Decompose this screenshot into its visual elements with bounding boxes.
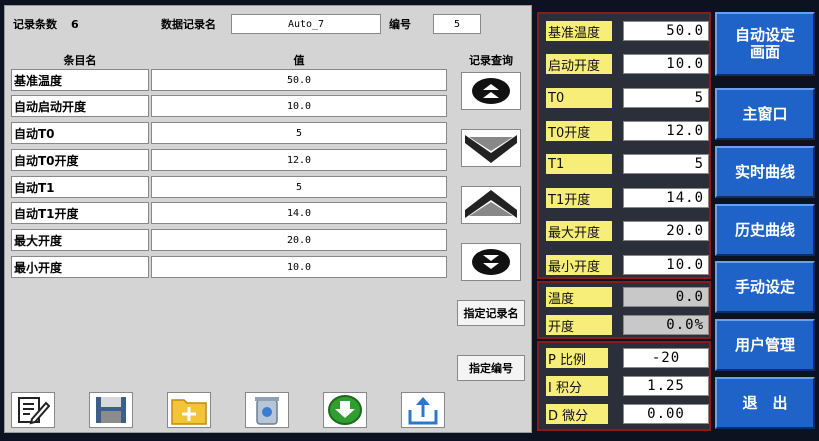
number-field[interactable]: 5 bbox=[433, 14, 481, 34]
status-panel: 温度 0.0 开度 0.0% bbox=[537, 281, 711, 339]
row-value[interactable]: 14.0 bbox=[151, 202, 447, 224]
save-button[interactable] bbox=[89, 392, 133, 428]
param-label: 最小开度 bbox=[546, 255, 612, 275]
realtime-curve-button[interactable]: 实时曲线 bbox=[715, 146, 815, 198]
main-window-button[interactable]: 主窗口 bbox=[715, 88, 815, 140]
record-query-header: 记录查询 bbox=[469, 54, 513, 67]
next-record-icon bbox=[465, 135, 517, 163]
last-record-button[interactable] bbox=[461, 243, 521, 281]
first-record-button[interactable] bbox=[461, 72, 521, 110]
pid-value[interactable]: 1.25 bbox=[623, 376, 709, 396]
record-count: 记录条数 6 bbox=[13, 13, 79, 35]
save-disk-icon bbox=[96, 397, 126, 423]
param-value[interactable]: 20.0 bbox=[623, 221, 709, 241]
column-header-name: 条目名 bbox=[63, 54, 97, 67]
row-name: 自动T1 bbox=[11, 176, 149, 198]
param-value[interactable]: 14.0 bbox=[623, 188, 709, 208]
new-folder-button[interactable] bbox=[167, 392, 211, 428]
upload-button[interactable] bbox=[401, 392, 445, 428]
record-name-field[interactable]: Auto_7 bbox=[231, 14, 381, 34]
pid-value[interactable]: -20 bbox=[623, 348, 709, 368]
param-label: T0开度 bbox=[546, 121, 612, 141]
number-label: 编号 bbox=[389, 18, 411, 31]
upload-icon bbox=[408, 397, 438, 425]
pid-value[interactable]: 0.00 bbox=[623, 404, 709, 424]
row-name: 最大开度 bbox=[11, 229, 149, 251]
specify-number-button[interactable]: 指定编号 bbox=[457, 355, 525, 381]
param-label: T1开度 bbox=[546, 188, 612, 208]
pid-panel: P 比例 -20 I 积分 1.25 D 微分 0.00 bbox=[537, 341, 711, 431]
row-name: 自动T1开度 bbox=[11, 202, 149, 224]
manual-setting-button[interactable]: 手动设定 bbox=[715, 261, 815, 313]
param-value[interactable]: 50.0 bbox=[623, 21, 709, 41]
auto-params-panel: 基准温度 50.0 启动开度 10.0 T0 5 T0开度 12.0 T1 5 … bbox=[537, 12, 711, 279]
delete-button[interactable] bbox=[245, 392, 289, 428]
param-value[interactable]: 5 bbox=[623, 88, 709, 108]
pid-label: P 比例 bbox=[546, 348, 608, 368]
status-value: 0.0 bbox=[623, 287, 709, 307]
previous-record-icon bbox=[465, 190, 517, 218]
download-icon bbox=[328, 395, 362, 425]
row-value[interactable]: 5 bbox=[151, 176, 447, 198]
param-label: 基准温度 bbox=[546, 21, 612, 41]
row-value[interactable]: 5 bbox=[151, 122, 447, 144]
param-label: 启动开度 bbox=[546, 54, 612, 74]
next-record-button[interactable] bbox=[461, 129, 521, 167]
status-label: 温度 bbox=[546, 287, 612, 307]
status-value: 0.0% bbox=[623, 315, 709, 335]
new-folder-icon bbox=[171, 399, 207, 425]
row-value[interactable]: 12.0 bbox=[151, 149, 447, 171]
record-panel: 记录条数 6 数据记录名 Auto_7 编号 5 条目名 值 记录查询 基准温度… bbox=[4, 5, 532, 433]
row-value[interactable]: 10.0 bbox=[151, 256, 447, 278]
row-name: 最小开度 bbox=[11, 256, 149, 278]
param-label: 最大开度 bbox=[546, 221, 612, 241]
record-name-label: 数据记录名 bbox=[161, 18, 216, 31]
first-record-icon bbox=[472, 78, 510, 104]
record-count-label: 记录条数 bbox=[13, 18, 57, 31]
exit-button[interactable]: 退 出 bbox=[715, 377, 815, 429]
param-label: T0 bbox=[546, 88, 612, 108]
param-value[interactable]: 10.0 bbox=[623, 54, 709, 74]
row-value[interactable]: 50.0 bbox=[151, 69, 447, 91]
row-value[interactable]: 20.0 bbox=[151, 229, 447, 251]
column-header-value: 值 bbox=[293, 54, 305, 67]
pid-label: I 积分 bbox=[546, 376, 608, 396]
param-value[interactable]: 12.0 bbox=[623, 121, 709, 141]
row-name: 基准温度 bbox=[11, 69, 149, 91]
download-button[interactable] bbox=[323, 392, 367, 428]
user-management-button[interactable]: 用户管理 bbox=[715, 319, 815, 371]
status-label: 开度 bbox=[546, 315, 612, 335]
edit-button[interactable] bbox=[11, 392, 55, 428]
edit-icon bbox=[18, 397, 50, 425]
specify-record-name-button[interactable]: 指定记录名 bbox=[457, 300, 525, 326]
row-name: 自动T0开度 bbox=[11, 149, 149, 171]
param-label: T1 bbox=[546, 154, 612, 174]
last-record-icon bbox=[472, 249, 510, 275]
history-curve-button[interactable]: 历史曲线 bbox=[715, 204, 815, 256]
pid-label: D 微分 bbox=[546, 404, 608, 424]
param-value[interactable]: 5 bbox=[623, 154, 709, 174]
auto-setting-screen-button[interactable]: 自动设定 画面 bbox=[715, 12, 815, 76]
row-name: 自动T0 bbox=[11, 122, 149, 144]
row-name: 自动启动开度 bbox=[11, 95, 149, 117]
previous-record-button[interactable] bbox=[461, 186, 521, 224]
row-value[interactable]: 10.0 bbox=[151, 95, 447, 117]
record-count-value: 6 bbox=[71, 17, 79, 31]
delete-trash-icon bbox=[255, 397, 279, 425]
param-value[interactable]: 10.0 bbox=[623, 255, 709, 275]
